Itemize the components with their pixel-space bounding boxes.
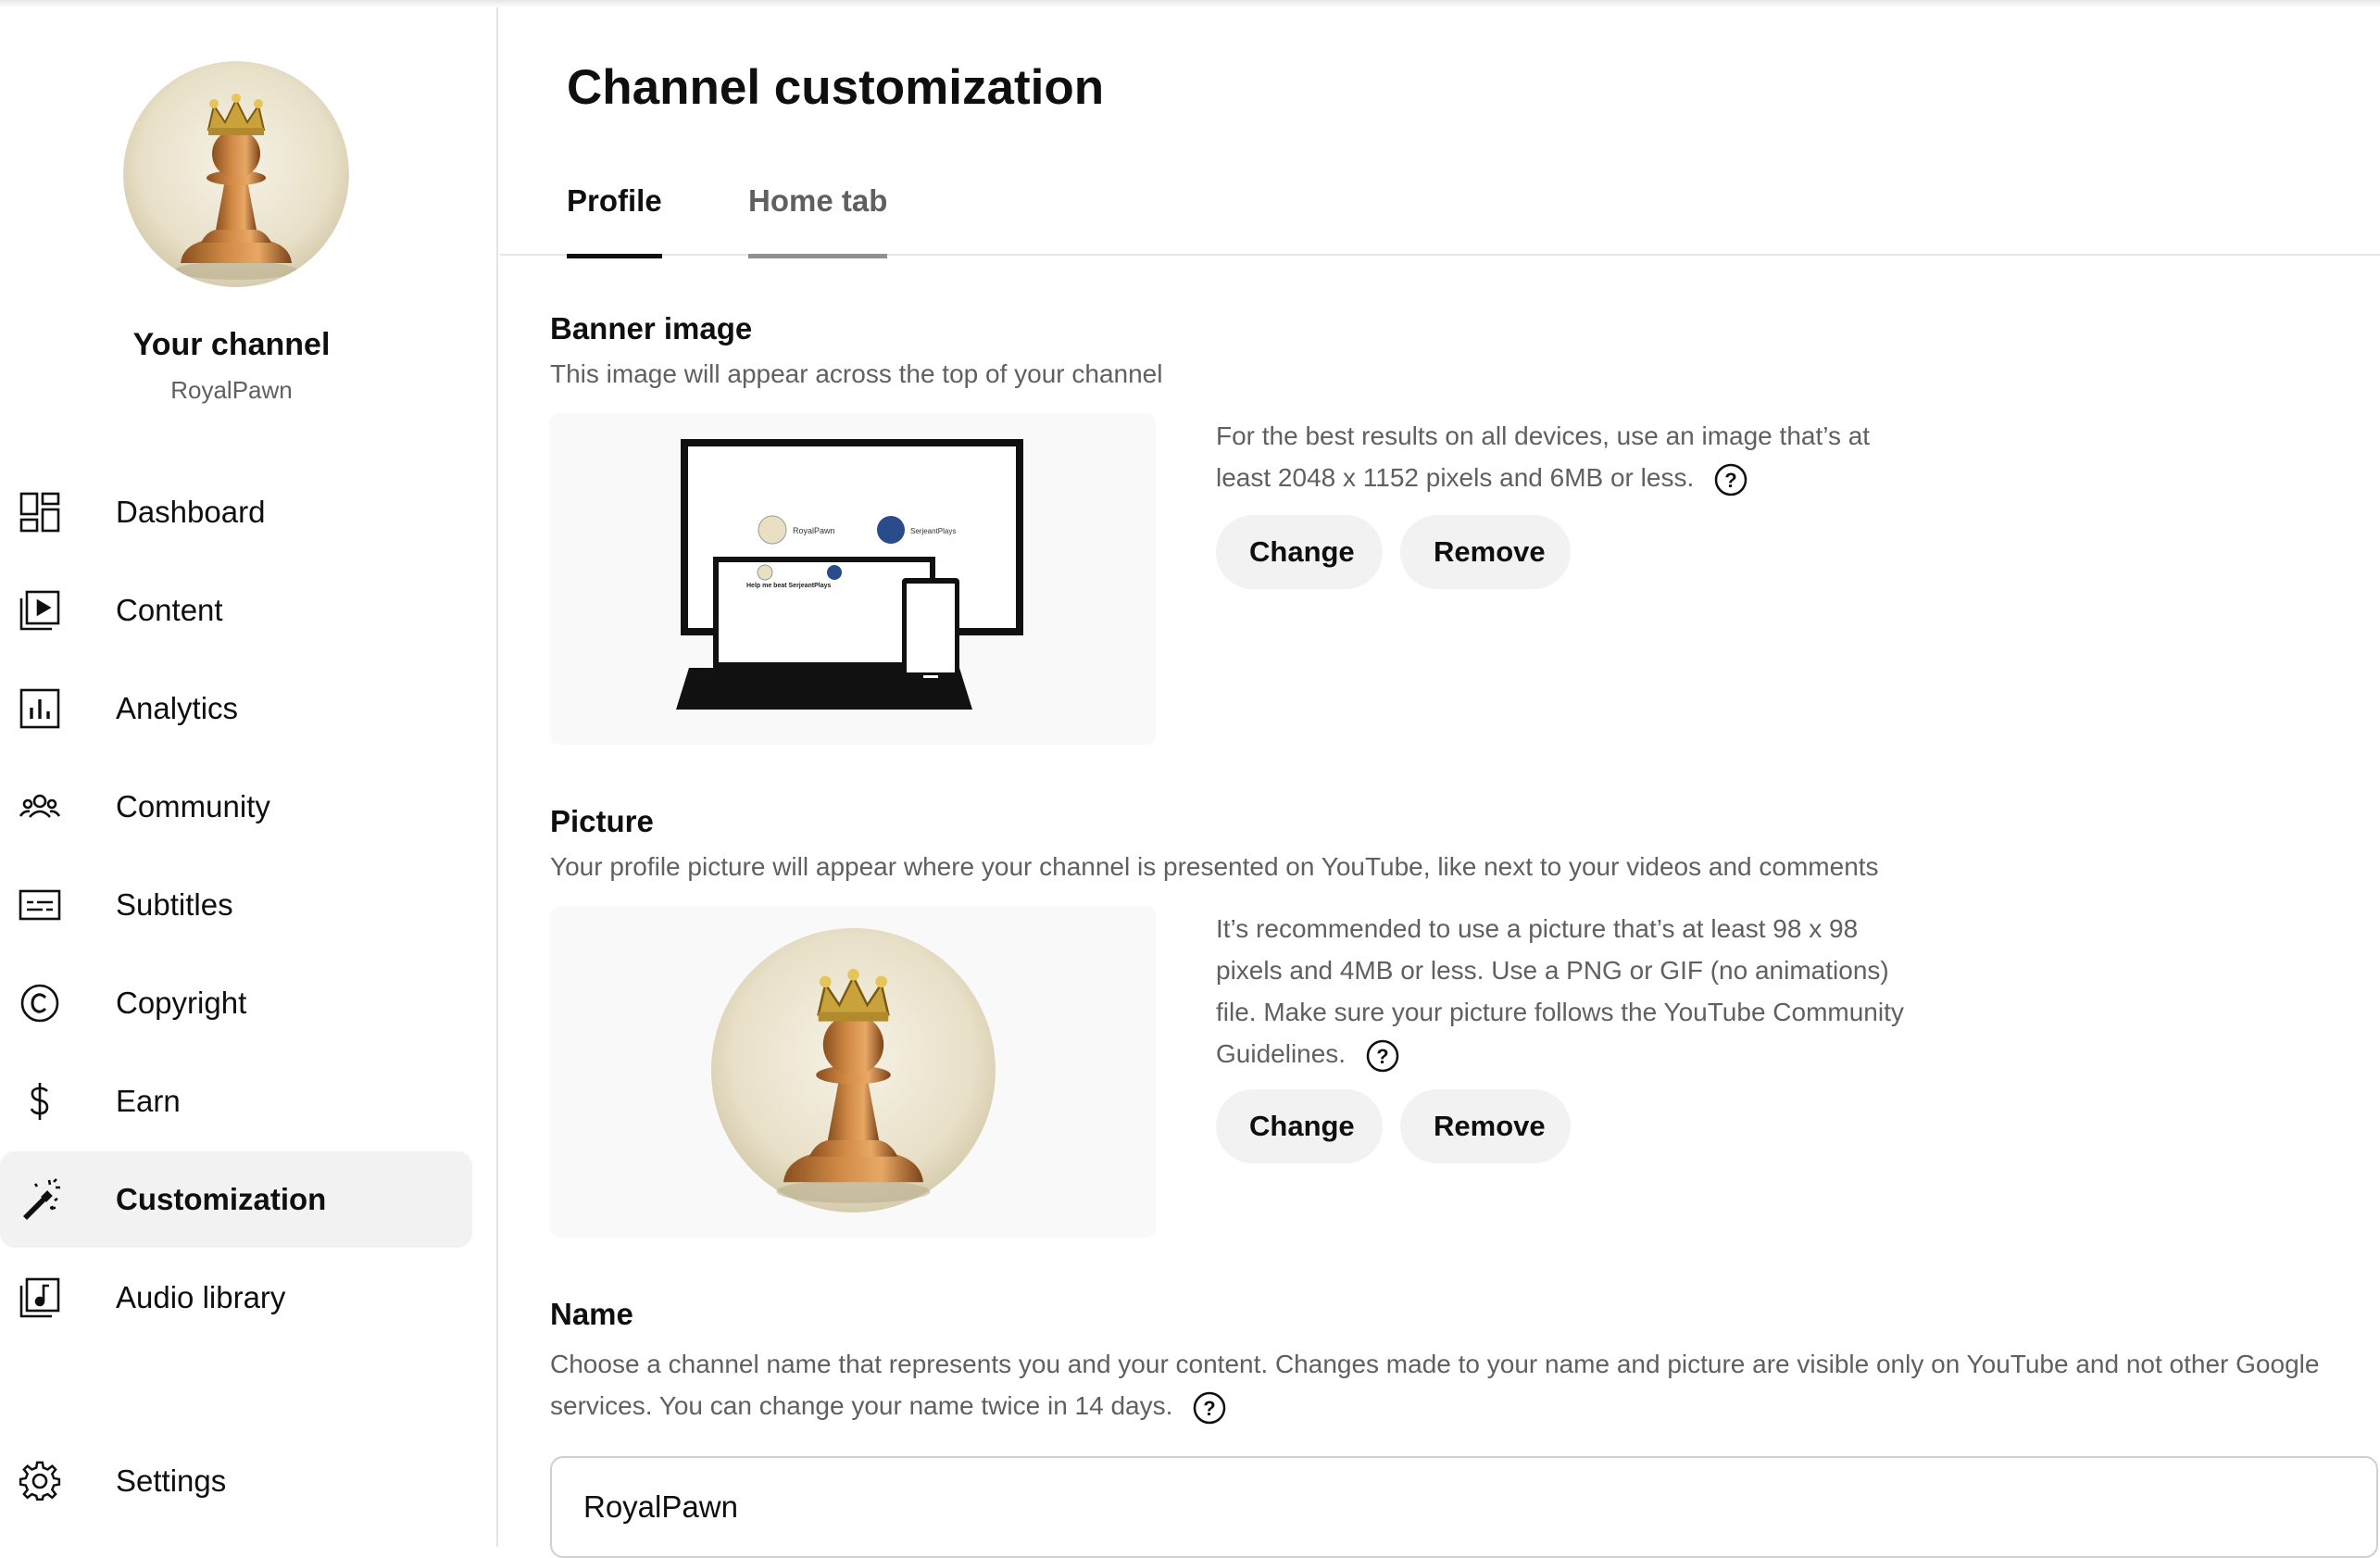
help-icon[interactable]: ? [1366, 1039, 1399, 1073]
analytics-icon [19, 687, 61, 730]
top-divider [0, 0, 2380, 7]
dollar-icon [19, 1080, 61, 1123]
picture-remove-button[interactable]: Remove [1400, 1089, 1571, 1163]
picture-info-text: It’s recommended to use a picture that’s… [1216, 908, 1920, 1074]
sidebar-item-label: Subtitles [116, 887, 233, 922]
picture-section-title: Picture [550, 804, 654, 838]
audio-library-icon [19, 1276, 61, 1319]
help-icon[interactable]: ? [1714, 463, 1747, 496]
name-section-title: Name [550, 1297, 633, 1331]
channel-handle: RoyalPawn [170, 376, 293, 404]
sidebar-item-label: Analytics [116, 691, 239, 725]
subtitles-icon [19, 884, 61, 926]
tab-bar: Profile Home tab [500, 156, 2380, 258]
sidebar-item-customization[interactable]: Customization [0, 1151, 472, 1248]
channel-avatar[interactable] [123, 61, 349, 287]
sidebar: Your channel RoyalPawn Dashboard Content [0, 7, 498, 1547]
banner-section-description: This image will appear across the top of… [550, 359, 1163, 388]
sidebar-item-label: Content [116, 593, 223, 627]
name-section-description: Choose a channel name that represents yo… [550, 1343, 2347, 1426]
sidebar-item-copyright[interactable]: Copyright [0, 955, 472, 1051]
gear-icon [19, 1460, 61, 1502]
sidebar-item-audio-library[interactable]: Audio library [0, 1250, 472, 1346]
dashboard-icon [19, 491, 61, 534]
community-icon [19, 785, 61, 828]
picture-info: It’s recommended to use a picture that’s… [1216, 914, 1904, 1068]
page-title: Channel customization [567, 60, 1105, 115]
banner-info: For the best results on all devices, use… [1216, 421, 1871, 492]
sidebar-item-earn[interactable]: Earn [0, 1053, 472, 1150]
banner-info-text: For the best results on all devices, use… [1216, 415, 1920, 498]
copyright-icon [19, 982, 61, 1024]
magic-wand-icon [19, 1178, 61, 1221]
help-icon[interactable]: ? [1193, 1391, 1226, 1425]
sidebar-item-label: Customization [116, 1182, 327, 1216]
channel-name-input[interactable] [550, 1456, 2378, 1558]
picture-section-description: Your profile picture will appear where y… [550, 852, 1879, 881]
devices-preview-illustration: RoyalPawn SerjeantPlays Help me beat Ser… [676, 439, 1023, 710]
sidebar-item-settings[interactable]: Settings [0, 1433, 472, 1529]
sidebar-item-analytics[interactable]: Analytics [0, 660, 472, 757]
picture-change-button[interactable]: Change [1216, 1089, 1383, 1163]
content-icon [19, 589, 61, 632]
sidebar-item-community[interactable]: Community [0, 759, 472, 855]
sidebar-item-subtitles[interactable]: Subtitles [0, 857, 472, 953]
sidebar-item-label: Dashboard [116, 495, 266, 529]
banner-remove-button[interactable]: Remove [1400, 515, 1571, 589]
sidebar-item-dashboard[interactable]: Dashboard [0, 464, 472, 560]
sidebar-item-content[interactable]: Content [0, 562, 472, 659]
preview-heading: Help me beat SerjeantPlays [746, 583, 832, 589]
channel-title: Your channel [132, 327, 331, 362]
preview-name-royalpawn: RoyalPawn [793, 526, 835, 535]
preview-name-serjeantplays: SerjeantPlays [910, 527, 956, 535]
chess-pawn-crown-icon [123, 61, 349, 287]
tab-profile[interactable]: Profile [567, 183, 662, 258]
banner-change-button[interactable]: Change [1216, 515, 1383, 589]
sidebar-item-label: Copyright [116, 986, 247, 1020]
main-content: Channel customization Profile Home tab B… [500, 7, 2380, 1558]
name-description: Choose a channel name that represents yo… [550, 1350, 2320, 1420]
svg-text:?: ? [1376, 1045, 1388, 1068]
tab-home[interactable]: Home tab [748, 183, 888, 258]
picture-preview [550, 906, 1156, 1238]
sidebar-item-label: Settings [116, 1464, 227, 1498]
chess-pawn-crown-icon [711, 928, 996, 1212]
sidebar-item-label: Earn [116, 1084, 181, 1118]
svg-text:?: ? [1204, 1397, 1216, 1420]
svg-text:?: ? [1725, 469, 1737, 492]
banner-section-title: Banner image [550, 311, 753, 346]
sidebar-item-label: Audio library [116, 1280, 286, 1314]
sidebar-item-label: Community [116, 789, 270, 823]
banner-preview: RoyalPawn SerjeantPlays Help me beat Ser… [550, 413, 1156, 745]
